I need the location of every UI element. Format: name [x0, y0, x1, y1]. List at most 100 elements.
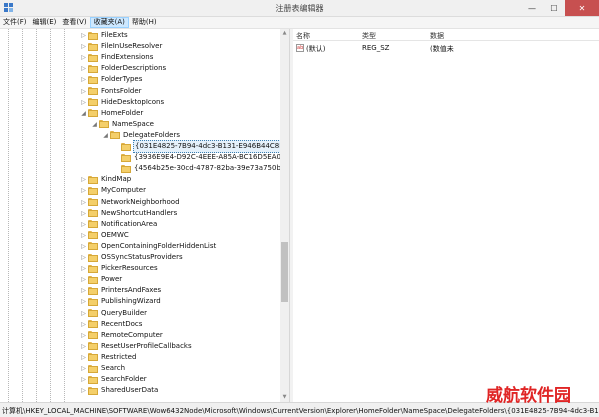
expand-icon[interactable]: ▷: [80, 342, 87, 351]
collapse-icon[interactable]: ◢: [80, 109, 87, 118]
tree-item[interactable]: {031E4825-7B94-4dc3-B131-E946B44C8DD5}: [113, 140, 280, 153]
column-type-header[interactable]: 类型: [362, 31, 376, 41]
maximize-button[interactable]: ☐: [543, 0, 565, 16]
scroll-up-icon[interactable]: ▲: [280, 29, 289, 38]
expand-icon[interactable]: ▷: [80, 242, 87, 251]
expand-icon[interactable]: [113, 142, 120, 151]
expand-icon[interactable]: ▷: [80, 320, 87, 329]
menu-edit[interactable]: 编辑(E): [30, 17, 60, 28]
scroll-down-icon[interactable]: ▼: [280, 393, 289, 402]
expand-icon[interactable]: ▷: [80, 286, 87, 295]
tree-item[interactable]: ▷ FolderDescriptions: [80, 63, 167, 74]
minimize-button[interactable]: —: [521, 0, 543, 16]
expand-icon[interactable]: ▷: [80, 175, 87, 184]
tree-item[interactable]: ▷ Power: [80, 274, 123, 285]
expand-icon[interactable]: ▷: [80, 220, 87, 229]
tree-item[interactable]: ▷ RecentDocs: [80, 319, 143, 330]
tree-scrollbar[interactable]: ▲ ▼: [280, 29, 289, 402]
expand-icon[interactable]: ▷: [80, 186, 87, 195]
tree-item-label: {4564b25e-30cd-4787-82ba-39e73a750b14}: [134, 164, 280, 173]
folder-icon: [88, 253, 98, 262]
tree-item[interactable]: ▷ MyComputer: [80, 185, 147, 196]
tree-item-label: FindExtensions: [101, 53, 154, 62]
expand-icon[interactable]: ▷: [80, 209, 87, 218]
expand-icon[interactable]: ▷: [80, 87, 87, 96]
tree-item[interactable]: ▷ Search: [80, 363, 126, 374]
expand-icon[interactable]: ▷: [80, 98, 87, 107]
expand-icon[interactable]: ▷: [80, 253, 87, 262]
tree-item-label: FileExts: [101, 31, 128, 39]
tree-item[interactable]: ▷ FileInUseResolver: [80, 41, 163, 52]
values-list[interactable]: 名称 类型 数据 ab (默认) REG_SZ (数值未: [293, 29, 599, 402]
tree-item[interactable]: {4564b25e-30cd-4787-82ba-39e73a750b14}: [113, 163, 280, 174]
tree-item[interactable]: ▷ QueryBuilder: [80, 308, 148, 319]
expand-icon[interactable]: ▷: [80, 75, 87, 84]
tree-item[interactable]: ▷ PickerResources: [80, 263, 159, 274]
folder-icon: [110, 131, 120, 140]
tree-item[interactable]: ▷ FolderTypes: [80, 74, 143, 85]
tree-item-label: NameSpace: [112, 119, 154, 128]
tree-item[interactable]: ▷ SharedUserData: [80, 385, 159, 396]
expand-icon[interactable]: ▷: [80, 64, 87, 73]
menu-view[interactable]: 查看(V): [59, 17, 89, 28]
tree-item[interactable]: {3936E9E4-D92C-4EEE-A85A-BC16D5EA0819}: [113, 152, 280, 163]
expand-icon[interactable]: ▷: [80, 53, 87, 62]
expand-icon[interactable]: ▷: [80, 231, 87, 240]
window-controls: — ☐ ✕: [521, 0, 599, 16]
folder-icon: [88, 198, 98, 206]
scrollbar-thumb[interactable]: [281, 242, 288, 302]
expand-icon[interactable]: ▷: [80, 309, 87, 318]
tree-item[interactable]: ▷ NetworkNeighborhood: [80, 197, 181, 208]
collapse-icon[interactable]: ◢: [91, 120, 98, 129]
tree-item-label: RemoteComputer: [101, 330, 163, 339]
tree-item[interactable]: ▷ HideDesktopIcons: [80, 97, 165, 108]
tree-item[interactable]: ▷ FontsFolder: [80, 86, 143, 97]
value-row[interactable]: ab (默认) REG_SZ (数值未: [293, 43, 599, 54]
tree-item[interactable]: ▷ NotificationArea: [80, 219, 158, 230]
folder-icon: [88, 209, 98, 218]
expand-icon[interactable]: ▷: [80, 264, 87, 273]
folder-icon: [88, 64, 98, 73]
tree-item[interactable]: ▷ FileExts: [80, 30, 129, 41]
menu-help[interactable]: 帮助(H): [129, 17, 160, 28]
value-name: (默认): [306, 45, 326, 53]
tree-item[interactable]: ▷ PublishingWizard: [80, 296, 162, 307]
expand-icon[interactable]: [113, 153, 120, 162]
tree-guide-line: [50, 29, 51, 402]
column-name-header[interactable]: 名称: [296, 31, 310, 41]
tree-item[interactable]: ▷ FindExtensions: [80, 52, 154, 63]
expand-icon[interactable]: ▷: [80, 297, 87, 306]
expand-icon[interactable]: ▷: [80, 386, 87, 395]
tree-item[interactable]: ▷ Restricted: [80, 352, 137, 363]
expand-icon[interactable]: ▷: [80, 275, 87, 284]
tree-item[interactable]: ▷ PrintersAndFaxes: [80, 285, 162, 296]
tree-item-label: {031E4825-7B94-4dc3-B131-E946B44C8DD5}: [133, 140, 280, 153]
tree-item[interactable]: ▷ SearchFolder: [80, 374, 148, 385]
tree-item-label: Power: [101, 275, 123, 284]
expand-icon[interactable]: ▷: [80, 31, 87, 40]
column-data-header[interactable]: 数据: [430, 31, 444, 41]
folder-icon: [88, 286, 98, 295]
expand-icon[interactable]: ▷: [80, 42, 87, 51]
tree-item[interactable]: ▷ RemoteComputer: [80, 330, 164, 341]
tree-item[interactable]: ▷ NewShortcutHandlers: [80, 208, 178, 219]
tree-item[interactable]: ▷ OpenContainingFolderHiddenList: [80, 241, 217, 252]
tree-item[interactable]: ▷ OEMWC: [80, 230, 130, 241]
tree-item[interactable]: ▷ OSSyncStatusProviders: [80, 252, 184, 263]
tree-item[interactable]: ◢ NameSpace: [91, 119, 155, 130]
expand-icon[interactable]: [113, 164, 120, 173]
expand-icon[interactable]: ▷: [80, 198, 87, 207]
expand-icon[interactable]: ▷: [80, 331, 87, 340]
expand-icon[interactable]: ▷: [80, 364, 87, 373]
menu-favorites[interactable]: 收藏夹(A): [89, 17, 129, 28]
tree-item[interactable]: ◢ HomeFolder: [80, 108, 144, 119]
string-value-icon: ab: [296, 44, 304, 52]
tree-item[interactable]: ▷ ResetUserProfileCallbacks: [80, 341, 193, 352]
registry-tree[interactable]: ▷ FileExts ▷ FileInUseResolver ▷ FindExtensio…: [0, 29, 280, 402]
close-button[interactable]: ✕: [565, 0, 599, 16]
menu-file[interactable]: 文件(F): [0, 17, 30, 28]
expand-icon[interactable]: ▷: [80, 353, 87, 362]
collapse-icon[interactable]: ◢: [102, 131, 109, 140]
tree-item[interactable]: ▷ KindMap: [80, 174, 132, 185]
expand-icon[interactable]: ▷: [80, 375, 87, 384]
